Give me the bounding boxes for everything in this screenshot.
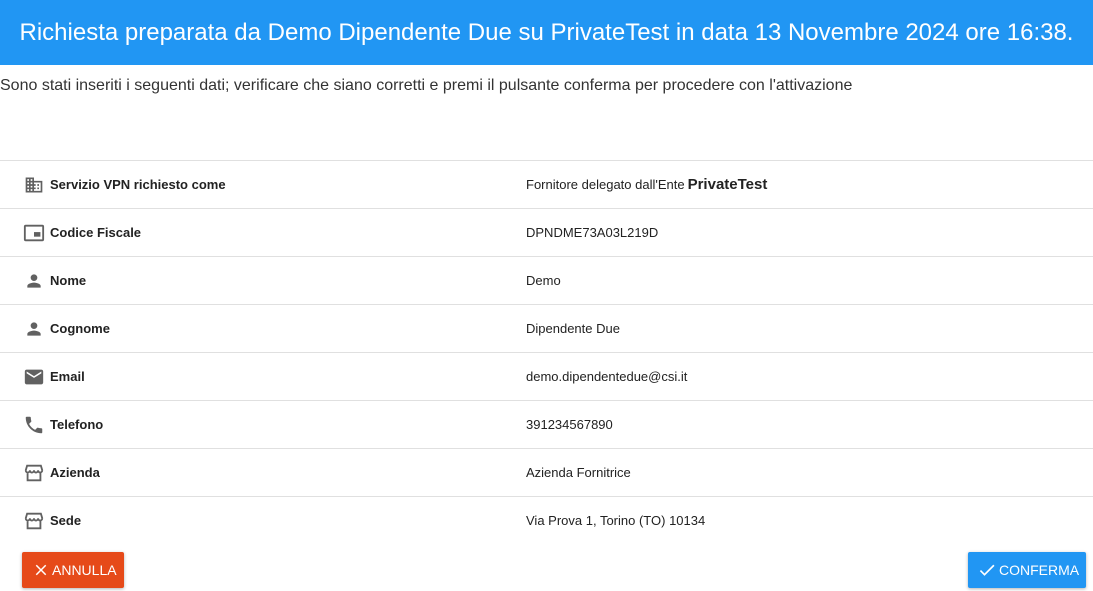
row-value: Azienda Fornitrice xyxy=(526,465,631,480)
row-label: Codice Fiscale xyxy=(50,225,142,240)
conferma-button[interactable]: CONFERMA xyxy=(968,552,1086,588)
page-header: Richiesta preparata da Demo Dipendente D… xyxy=(0,0,1093,65)
intro-text: Sono stati inseriti i seguenti dati; ver… xyxy=(0,77,853,94)
close-icon xyxy=(35,564,47,576)
table-row-servizio: Servizio VPN richiesto come Fornitore de… xyxy=(0,160,1093,208)
row-label: Sede xyxy=(50,513,82,528)
table-row-codice-fiscale: Codice Fiscale DPNDME73A03L219D xyxy=(0,208,1093,256)
page-title: Richiesta preparata da Demo Dipendente D… xyxy=(19,18,1074,46)
row-label: Servizio VPN richiesto come xyxy=(50,177,226,192)
table-row-telefono: Telefono 391234567890 xyxy=(0,400,1093,448)
person-icon xyxy=(22,317,46,341)
table-row-cognome: Cognome Dipendente Due xyxy=(0,304,1093,352)
row-label: Cognome xyxy=(50,321,110,336)
store-icon xyxy=(22,461,46,485)
ente-name: PrivateTest xyxy=(687,176,768,193)
row-value: Demo xyxy=(526,273,561,288)
row-label: Telefono xyxy=(50,417,104,432)
row-label: Email xyxy=(50,369,85,384)
row-value: 391234567890 xyxy=(526,417,613,432)
table-row-email: Email demo.dipendentedue@csi.it xyxy=(0,352,1093,400)
table-row-nome: Nome Demo xyxy=(0,256,1093,304)
store-icon xyxy=(22,509,46,533)
row-label: Nome xyxy=(50,273,87,288)
id-card-icon xyxy=(22,221,46,245)
building-icon xyxy=(22,173,46,197)
person-icon xyxy=(22,269,46,293)
row-value: Dipendente Due xyxy=(526,321,620,336)
row-value: demo.dipendentedue@csi.it xyxy=(526,369,688,384)
row-value: DPNDME73A03L219D xyxy=(526,225,659,240)
row-value: Via Prova 1, Torino (TO) 10134 xyxy=(526,513,706,528)
mail-icon xyxy=(22,365,46,389)
summary-table: Servizio VPN richiesto come Fornitore de… xyxy=(0,160,1093,544)
table-row-sede: Sede Via Prova 1, Torino (TO) 10134 xyxy=(0,496,1093,544)
annulla-button[interactable]: ANNULLA xyxy=(22,552,124,588)
row-value: Fornitore delegato dall'Ente PrivateTest xyxy=(526,176,768,193)
phone-icon xyxy=(22,413,46,437)
conferma-label: CONFERMA xyxy=(999,562,1080,578)
annulla-label: ANNULLA xyxy=(52,562,117,578)
row-label: Azienda xyxy=(50,465,100,480)
check-icon xyxy=(979,564,995,576)
table-row-azienda: Azienda Azienda Fornitrice xyxy=(0,448,1093,496)
